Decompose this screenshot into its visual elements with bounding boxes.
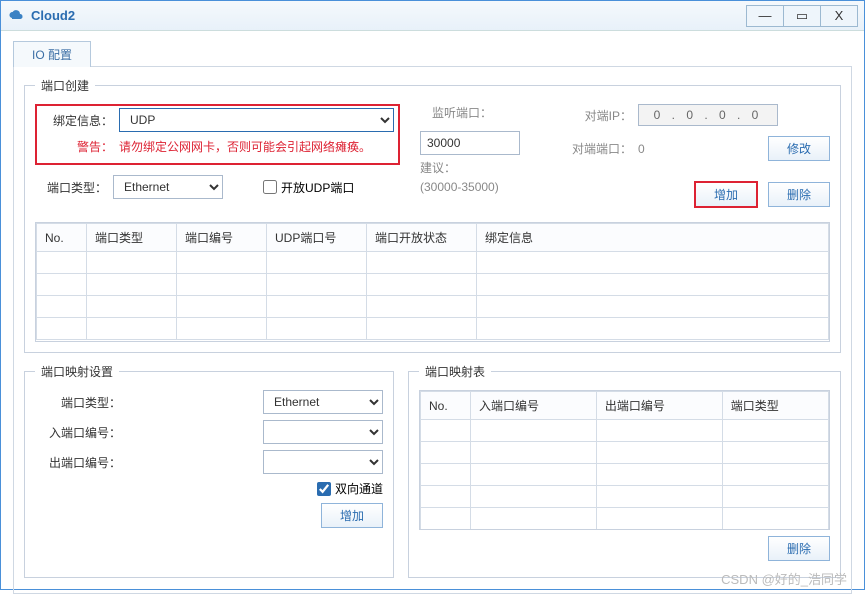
- mapset-out-select[interactable]: [263, 450, 383, 474]
- suggest-text: (30000-35000): [420, 180, 550, 194]
- suggest-label: 建议：: [420, 159, 550, 176]
- mapset-ptype-label: 端口类型：: [35, 394, 121, 411]
- bind-label: 绑定信息：: [41, 112, 113, 129]
- table-row: [37, 274, 829, 296]
- peer-port-label: 对端端口：: [570, 140, 632, 157]
- listen-label: 监听端口：: [420, 104, 492, 121]
- table-row: [37, 252, 829, 274]
- mapset-add-button[interactable]: 增加: [321, 503, 383, 528]
- minimize-button[interactable]: —: [746, 5, 784, 27]
- col-bindinfo: 绑定信息: [477, 224, 829, 252]
- tab-io-config[interactable]: IO 配置: [13, 41, 91, 67]
- mcol-outno: 出端口编号: [596, 392, 722, 420]
- port-map-set-group: 端口映射设置 端口类型： Ethernet 入端口编号： 出端口编号：: [24, 363, 394, 578]
- delete-port-button[interactable]: 删除: [768, 182, 830, 207]
- table-row: [37, 318, 829, 340]
- app-window: Cloud2 — ▭ X IO 配置 端口创建 绑定信息：: [0, 0, 865, 590]
- bind-highlight: 绑定信息： UDP 警告： 请勿绑定公网网卡，否则可能会引起网络瘫痪。: [35, 104, 400, 165]
- tab-page: 端口创建 绑定信息： UDP 警告：: [13, 66, 852, 594]
- table-row: [421, 464, 829, 486]
- warn-text: 请勿绑定公网网卡，否则可能会引起网络瘫痪。: [119, 138, 371, 155]
- table-row: [421, 442, 829, 464]
- mcol-inno: 入端口编号: [471, 392, 597, 420]
- port-map-set-legend: 端口映射设置: [35, 363, 119, 380]
- col-no: No.: [37, 224, 87, 252]
- port-map-table-group: 端口映射表 No. 入端口编号 出端口编号 端口类型: [408, 363, 841, 578]
- maximize-button[interactable]: ▭: [783, 5, 821, 27]
- maptable-del-button[interactable]: 删除: [768, 536, 830, 561]
- table-row: [421, 508, 829, 530]
- warn-label: 警告：: [41, 138, 113, 155]
- peer-ip-input[interactable]: 0 . 0 . 0 . 0: [638, 104, 778, 126]
- port-create-legend: 端口创建: [35, 77, 95, 94]
- port-table: No. 端口类型 端口编号 UDP端口号 端口开放状态 绑定信息: [35, 222, 830, 342]
- col-udpno: UDP端口号: [267, 224, 367, 252]
- window-controls: — ▭ X: [747, 5, 858, 27]
- mcol-no: No.: [421, 392, 471, 420]
- add-port-button[interactable]: 增加: [694, 181, 758, 208]
- content-area: IO 配置 端口创建 绑定信息： UDP: [1, 31, 864, 604]
- col-ptype: 端口类型: [87, 224, 177, 252]
- open-udp-label: 开放UDP端口: [281, 179, 354, 196]
- table-row: [421, 486, 829, 508]
- peer-ip-label: 对端IP：: [570, 107, 632, 124]
- col-openstate: 端口开放状态: [367, 224, 477, 252]
- modify-button[interactable]: 修改: [768, 136, 830, 161]
- mcol-ptype: 端口类型: [722, 392, 828, 420]
- tab-bar: IO 配置: [13, 41, 852, 67]
- table-row: [37, 296, 829, 318]
- mapset-ptype-select[interactable]: Ethernet: [263, 390, 383, 414]
- titlebar: Cloud2 — ▭ X: [1, 1, 864, 31]
- window-title: Cloud2: [31, 8, 747, 23]
- open-udp-checkbox[interactable]: 开放UDP端口: [263, 179, 354, 196]
- port-create-group: 端口创建 绑定信息： UDP 警告：: [24, 77, 841, 353]
- mapset-in-select[interactable]: [263, 420, 383, 444]
- table-row: [421, 420, 829, 442]
- bind-select[interactable]: UDP: [119, 108, 394, 132]
- bidir-label: 双向通道: [335, 480, 383, 497]
- col-pno: 端口编号: [177, 224, 267, 252]
- app-icon: [7, 7, 25, 25]
- mapset-in-label: 入端口编号：: [35, 424, 121, 441]
- map-table: No. 入端口编号 出端口编号 端口类型: [419, 390, 830, 530]
- close-button[interactable]: X: [820, 5, 858, 27]
- port-type-select[interactable]: Ethernet: [113, 175, 223, 199]
- listen-input[interactable]: [420, 131, 520, 155]
- mapset-out-label: 出端口编号：: [35, 454, 121, 471]
- bidir-checkbox[interactable]: 双向通道: [317, 480, 383, 497]
- port-map-table-legend: 端口映射表: [419, 363, 491, 380]
- watermark: CSDN @好的_浩同学: [721, 569, 847, 588]
- peer-port-value: 0: [638, 142, 768, 156]
- port-type-label: 端口类型：: [35, 179, 107, 196]
